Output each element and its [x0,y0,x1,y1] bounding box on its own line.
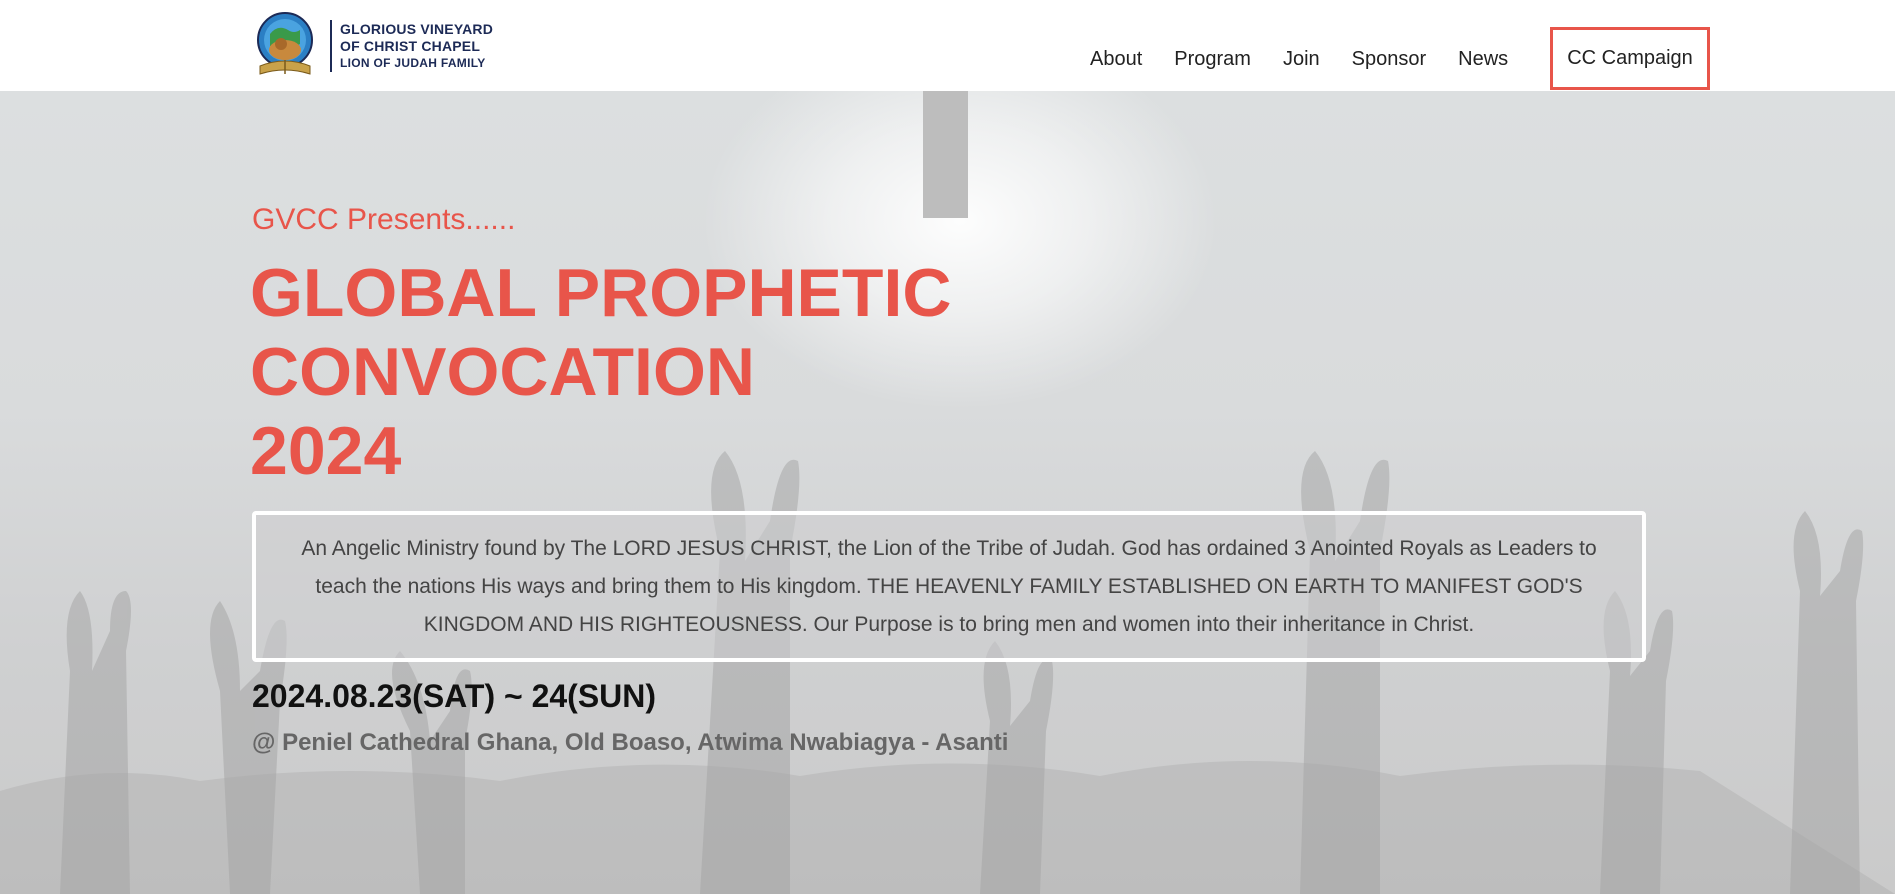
ministry-description-box: An Angelic Ministry found by The LORD JE… [252,511,1646,662]
nav-join[interactable]: Join [1283,28,1320,71]
event-dates: 2024.08.23(SAT) ~ 24(SUN) [252,678,657,714]
site-header: GLORIOUS VINEYARD OF CHRIST CHAPEL LION … [0,0,1895,91]
event-title-line-2: CONVOCATION [250,334,755,410]
event-title-line-1: GLOBAL PROPHETIC [250,255,952,331]
brand-line-1: GLORIOUS VINEYARD [340,20,494,37]
presents-label: GVCC Presents...... [252,203,516,236]
event-venue: @ Peniel Cathedral Ghana, Old Boaso, Atw… [252,729,1009,756]
nav-sponsor[interactable]: Sponsor [1352,28,1427,71]
logo-divider [330,20,332,72]
brand-line-3: LION OF JUDAH FAMILY [340,55,486,70]
brand-name: GLORIOUS VINEYARD OF CHRIST CHAPEL LION … [340,21,493,72]
cc-campaign-button[interactable]: CC Campaign [1550,27,1710,90]
brand-line-2: OF CHRIST CHAPEL [340,37,481,54]
nav-about[interactable]: About [1090,28,1142,71]
nav-program[interactable]: Program [1174,28,1251,71]
ministry-description: An Angelic Ministry found by The LORD JE… [301,536,1597,636]
cross-background [923,91,968,218]
main-nav: About Program Join Sponsor News [1090,28,1540,91]
church-emblem-logo [252,10,318,82]
hero-section: GVCC Presents...... GLOBAL PROPHETIC CON… [0,91,1895,894]
event-title-line-3: 2024 [250,413,402,489]
event-title: GLOBAL PROPHETIC CONVOCATION 2024 [250,254,1010,491]
logo-link[interactable]: GLORIOUS VINEYARD OF CHRIST CHAPEL LION … [252,10,493,82]
nav-news[interactable]: News [1458,28,1508,71]
